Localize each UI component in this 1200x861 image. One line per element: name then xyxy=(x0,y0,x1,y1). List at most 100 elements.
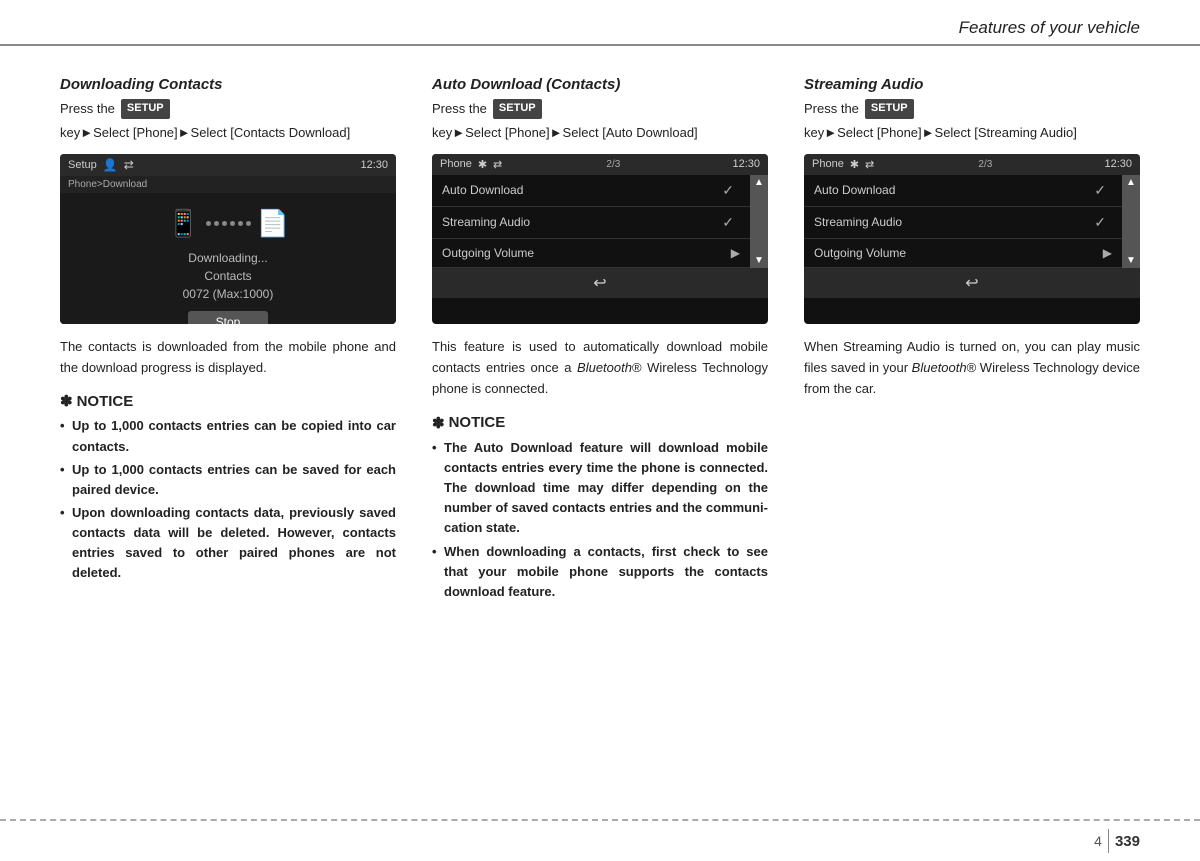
dot-2 xyxy=(214,221,219,226)
notice-item-1-2: Upon downloading contacts data, previous… xyxy=(60,503,396,584)
check-icon-3-1: ✓ xyxy=(1094,214,1106,231)
screen-icon-bt: ⇄ xyxy=(124,158,134,172)
page-footer: 4 339 xyxy=(0,819,1200,861)
back-arrow-2[interactable]: ↩ xyxy=(593,273,606,293)
footer-page-sub: 339 xyxy=(1115,833,1140,850)
screen-header-1: Setup 👤 ⇄ 12:30 xyxy=(60,154,396,176)
screen-icon-phone: 👤 xyxy=(103,158,118,172)
notice-section-2: ✽ NOTICE The Auto Download feature will … xyxy=(432,414,768,602)
scroll-bar-2[interactable]: ▲ ▼ xyxy=(750,175,768,268)
menu-item-2-1[interactable]: Streaming Audio ✓ xyxy=(432,207,750,239)
screen-mockup-3: Phone ✱ ⇄ 2/3 12:30 Auto Download ✓ Stre… xyxy=(804,154,1140,324)
screen-icon-bt3: ✱ xyxy=(850,158,859,171)
notice-item-2-1: When downloading a contacts, first check… xyxy=(432,542,768,602)
scroll-down-2[interactable]: ▼ xyxy=(752,255,766,266)
notice-section-1: ✽ NOTICE Up to 1,000 contacts entries ca… xyxy=(60,392,396,583)
press-line-2: Press the SETUP key►Select [Phone]►Selec… xyxy=(432,99,768,144)
page-title: Features of your vehicle xyxy=(959,18,1140,38)
back-arrow-3[interactable]: ↩ xyxy=(965,273,978,293)
menu-item-2-0[interactable]: Auto Download ✓ xyxy=(432,175,750,207)
scroll-up-3[interactable]: ▲ xyxy=(1124,177,1138,188)
notice-list-2: The Auto Download feature will download … xyxy=(432,438,768,602)
scroll-up-2[interactable]: ▲ xyxy=(752,177,766,188)
menu-item-3-2[interactable]: Outgoing Volume ▶ xyxy=(804,239,1122,268)
menu-row-2: Auto Download ✓ Streaming Audio ✓ Outgoi… xyxy=(432,175,768,268)
col-auto-download: Auto Download (Contacts) Press the SETUP… xyxy=(414,76,786,605)
press-suffix-3: key►Select [Phone]►Select [Streaming Aud… xyxy=(804,123,1077,144)
setup-badge-3: SETUP xyxy=(865,99,914,119)
screen-time-2: 12:30 xyxy=(732,158,760,170)
page-header: Features of your vehicle xyxy=(0,0,1200,46)
bluetooth-brand-3: Bluetooth xyxy=(912,360,967,375)
menu-row-3: Auto Download ✓ Streaming Audio ✓ Outgoi… xyxy=(804,175,1140,268)
menu-item-3-0[interactable]: Auto Download ✓ xyxy=(804,175,1122,207)
scroll-bar-3[interactable]: ▲ ▼ xyxy=(1122,175,1140,268)
dot-3 xyxy=(222,221,227,226)
screen-icon-bt2: ✱ xyxy=(478,158,487,171)
screen-page-2: 2/3 xyxy=(606,159,620,170)
notice-item-2-0: The Auto Download feature will download … xyxy=(432,438,768,539)
footer-divider xyxy=(1108,829,1109,853)
stop-button[interactable]: Stop xyxy=(188,311,269,324)
content-area: Downloading Contacts Press the SETUP key… xyxy=(0,46,1200,605)
screen-header-2: Phone ✱ ⇄ 2/3 12:30 xyxy=(432,154,768,175)
desc-text-1: The contacts is downloaded from the mobi… xyxy=(60,336,396,379)
screen-title-3: Phone xyxy=(812,158,844,170)
notice-star-2: ✽ xyxy=(432,414,445,432)
check-icon-2-1: ✓ xyxy=(722,214,734,231)
section-title-1: Downloading Contacts xyxy=(60,76,396,93)
press-suffix-1: key►Select [Phone]►Select [Contacts Down… xyxy=(60,123,350,144)
desc-text-3: When Streaming Audio is turned on, you c… xyxy=(804,336,1140,400)
footer-page-number: 4 xyxy=(1094,833,1102,849)
dot-5 xyxy=(238,221,243,226)
scroll-down-3[interactable]: ▼ xyxy=(1124,255,1138,266)
col-streaming-audio: Streaming Audio Press the SETUP key►Sele… xyxy=(786,76,1140,605)
setup-badge-2: SETUP xyxy=(493,99,542,119)
check-icon-3-0: ✓ xyxy=(1094,182,1106,199)
arrow-icon-3-2: ▶ xyxy=(1103,246,1112,260)
notice-label-1: NOTICE xyxy=(77,393,134,410)
notice-label-2: NOTICE xyxy=(449,414,506,431)
dots-row xyxy=(206,221,251,226)
press-prefix-1: Press the xyxy=(60,99,115,120)
dot-4 xyxy=(230,221,235,226)
press-line-3: Press the SETUP key►Select [Phone]►Selec… xyxy=(804,99,1140,144)
screen-time-1: 12:30 xyxy=(360,159,388,171)
setup-badge-1: SETUP xyxy=(121,99,170,119)
notice-item-1-0: Up to 1,000 contacts entries can be copi… xyxy=(60,416,396,456)
col-downloading-contacts: Downloading Contacts Press the SETUP key… xyxy=(60,76,414,605)
menu-item-3-1[interactable]: Streaming Audio ✓ xyxy=(804,207,1122,239)
download-icons-row: 📱 📄 xyxy=(167,208,289,239)
notice-title-1: ✽ NOTICE xyxy=(60,392,396,410)
phone-icon: 📱 xyxy=(167,208,199,239)
press-prefix-2: Press the xyxy=(432,99,487,120)
bluetooth-brand-2: Bluetooth xyxy=(577,360,632,375)
check-icon-2-0: ✓ xyxy=(722,182,734,199)
screen-mockup-1: Setup 👤 ⇄ 12:30 Phone>Download 📱 xyxy=(60,154,396,324)
menu-footer-2: ↩ xyxy=(432,268,768,298)
section-title-2: Auto Download (Contacts) xyxy=(432,76,768,93)
section-title-3: Streaming Audio xyxy=(804,76,1140,93)
arrow-icon-2-2: ▶ xyxy=(731,246,740,260)
dot-1 xyxy=(206,221,211,226)
screen-icon-arr3: ⇄ xyxy=(865,158,874,171)
notice-star-1: ✽ xyxy=(60,392,73,410)
screen-mockup-2: Phone ✱ ⇄ 2/3 12:30 Auto Download ✓ Stre… xyxy=(432,154,768,324)
download-screen: 📱 📄 Downloading... Contacts 0072 (Max:10 xyxy=(60,193,396,324)
notice-title-2: ✽ NOTICE xyxy=(432,414,768,432)
menu-footer-3: ↩ xyxy=(804,268,1140,298)
press-line-1: Press the SETUP key►Select [Phone]►Selec… xyxy=(60,99,396,144)
menu-item-2-2[interactable]: Outgoing Volume ▶ xyxy=(432,239,750,268)
menu-items-list-3: Auto Download ✓ Streaming Audio ✓ Outgoi… xyxy=(804,175,1122,268)
menu-items-list-2: Auto Download ✓ Streaming Audio ✓ Outgoi… xyxy=(432,175,750,268)
desc-text-2: This feature is used to automatically do… xyxy=(432,336,768,400)
doc-icon: 📄 xyxy=(257,208,289,239)
screen-time-3: 12:30 xyxy=(1104,158,1132,170)
screen-path-1: Phone>Download xyxy=(60,176,396,193)
screen-header-3: Phone ✱ ⇄ 2/3 12:30 xyxy=(804,154,1140,175)
screen-icon-arr2: ⇄ xyxy=(493,158,502,171)
press-suffix-2: key►Select [Phone]►Select [Auto Download… xyxy=(432,123,698,144)
dot-6 xyxy=(246,221,251,226)
notice-list-1: Up to 1,000 contacts entries can be copi… xyxy=(60,416,396,583)
press-prefix-3: Press the xyxy=(804,99,859,120)
